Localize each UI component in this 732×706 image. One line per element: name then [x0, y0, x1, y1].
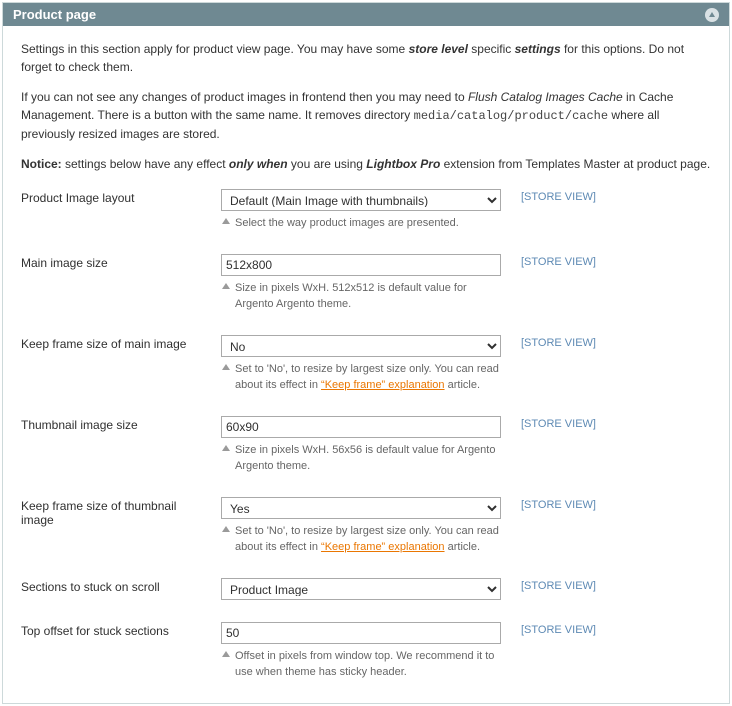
intro-paragraph-1: Settings in this section apply for produ… [21, 40, 711, 76]
product-page-panel: Product page Settings in this section ap… [2, 2, 730, 704]
select-keep-frame-main[interactable]: No [221, 335, 501, 357]
select-sections-stuck[interactable]: Product Image [221, 578, 501, 600]
label-keep-frame-thumb: Keep frame size of thumbnail image [21, 493, 221, 574]
row-main-image-size: Main image size Size in pixels WxH. 512x… [21, 250, 711, 331]
row-sections-stuck: Sections to stuck on scroll Product Imag… [21, 574, 711, 618]
link-keep-frame-explanation[interactable]: “Keep frame” explanation [321, 379, 445, 391]
input-thumbnail-size[interactable] [221, 416, 501, 438]
label-sections-stuck: Sections to stuck on scroll [21, 574, 221, 618]
intro-paragraph-2: If you can not see any changes of produc… [21, 88, 711, 143]
collapse-icon[interactable] [705, 8, 719, 22]
panel-title: Product page [13, 7, 96, 22]
intro-text: Settings in this section apply for produ… [21, 40, 711, 173]
intro-paragraph-3: Notice: settings below have any effect o… [21, 155, 711, 173]
scope-keep-frame-main: [STORE VIEW] [521, 331, 711, 412]
row-keep-frame-main: Keep frame size of main image No Set to … [21, 331, 711, 412]
note-keep-frame-thumb: Set to 'No', to resize by largest size o… [221, 523, 499, 556]
scope-keep-frame-thumb: [STORE VIEW] [521, 493, 711, 574]
note-top-offset: Offset in pixels from window top. We rec… [221, 648, 499, 681]
scope-product-image-layout: [STORE VIEW] [521, 185, 711, 250]
scope-sections-stuck: [STORE VIEW] [521, 574, 711, 618]
scope-thumbnail-size: [STORE VIEW] [521, 412, 711, 493]
row-thumbnail-size: Thumbnail image size Size in pixels WxH.… [21, 412, 711, 493]
note-product-image-layout: Select the way product images are presen… [221, 215, 499, 232]
label-product-image-layout: Product Image layout [21, 185, 221, 250]
select-product-image-layout[interactable]: Default (Main Image with thumbnails) [221, 189, 501, 211]
panel-body: Settings in this section apply for produ… [3, 26, 729, 703]
label-thumbnail-size: Thumbnail image size [21, 412, 221, 493]
panel-header[interactable]: Product page [3, 3, 729, 26]
settings-table: Product Image layout Default (Main Image… [21, 185, 711, 687]
row-top-offset: Top offset for stuck sections Offset in … [21, 618, 711, 687]
select-keep-frame-thumb[interactable]: Yes [221, 497, 501, 519]
label-keep-frame-main: Keep frame size of main image [21, 331, 221, 412]
note-keep-frame-main: Set to 'No', to resize by largest size o… [221, 361, 499, 394]
input-top-offset[interactable] [221, 622, 501, 644]
scope-top-offset: [STORE VIEW] [521, 618, 711, 687]
link-keep-frame-explanation[interactable]: “Keep frame” explanation [321, 541, 445, 553]
row-keep-frame-thumb: Keep frame size of thumbnail image Yes S… [21, 493, 711, 574]
note-main-image-size: Size in pixels WxH. 512x512 is default v… [221, 280, 499, 313]
scope-main-image-size: [STORE VIEW] [521, 250, 711, 331]
input-main-image-size[interactable] [221, 254, 501, 276]
label-top-offset: Top offset for stuck sections [21, 618, 221, 687]
row-product-image-layout: Product Image layout Default (Main Image… [21, 185, 711, 250]
note-thumbnail-size: Size in pixels WxH. 56x56 is default val… [221, 442, 499, 475]
label-main-image-size: Main image size [21, 250, 221, 331]
